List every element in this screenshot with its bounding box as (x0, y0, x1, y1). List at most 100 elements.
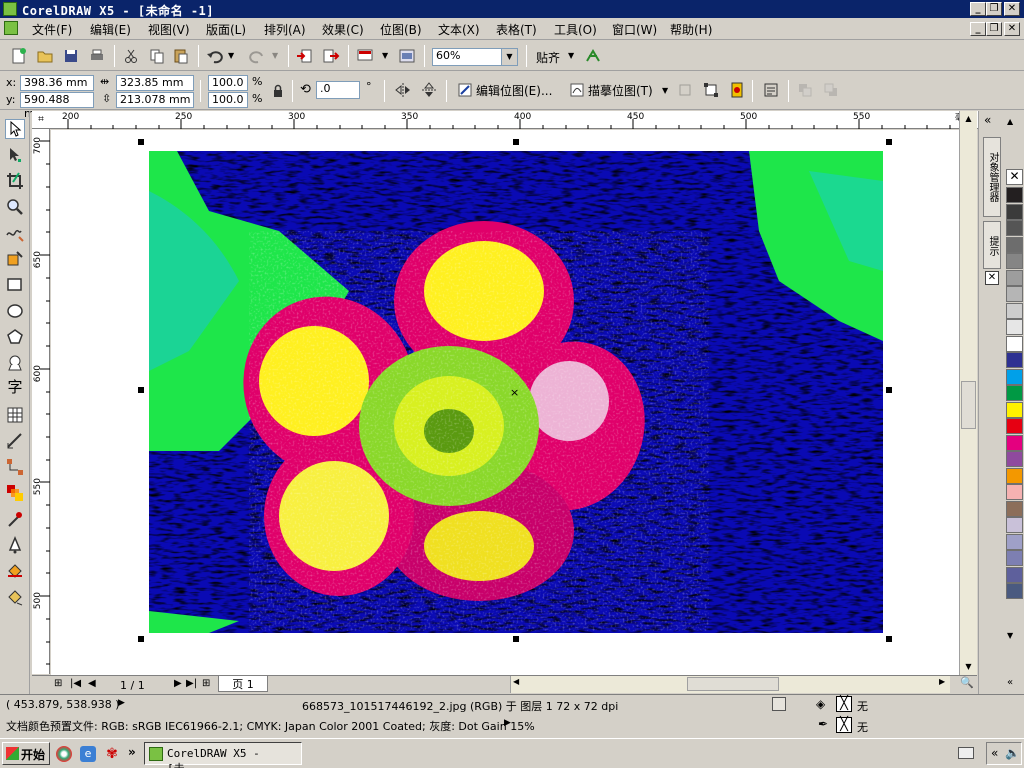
first-page-icon[interactable]: |◀ (70, 678, 81, 689)
scroll-up-icon[interactable]: ▲ (960, 111, 977, 127)
menu-bitmaps[interactable]: 位图(B) (380, 21, 422, 38)
palette-swatch[interactable] (1006, 368, 1023, 385)
palette-swatch[interactable] (1006, 220, 1023, 236)
add-page-after-icon[interactable]: ⊞ (202, 678, 210, 689)
palette-swatch[interactable] (1006, 401, 1023, 418)
palette-swatch[interactable] (1006, 253, 1023, 269)
doc-minimize-button[interactable]: _ (970, 22, 986, 36)
undo-icon[interactable] (206, 47, 224, 65)
hints-tab[interactable]: 提示 (983, 221, 1001, 269)
horizontal-scrollbar[interactable]: ◀ ▶ (510, 676, 950, 693)
taskbar-overflow-icon[interactable]: » (128, 745, 136, 759)
outline-none-swatch[interactable]: ╳ (836, 717, 852, 733)
cut-icon[interactable] (122, 47, 140, 65)
volume-icon[interactable]: 🔈 (1005, 746, 1020, 760)
menu-table[interactable]: 表格(T) (496, 21, 537, 38)
palette-swatch[interactable] (1006, 484, 1023, 500)
fill-none-swatch[interactable]: ╳ (836, 696, 852, 712)
menu-file[interactable]: 文件(F) (32, 21, 72, 38)
paste-icon[interactable] (172, 47, 190, 65)
scroll-left-icon[interactable]: ◀ (513, 677, 519, 686)
palette-swatch[interactable] (1006, 335, 1023, 352)
palette-swatch[interactable] (1006, 566, 1023, 583)
doc-restore-button[interactable]: ❐ (986, 22, 1002, 36)
vertical-scroll-thumb[interactable] (961, 381, 976, 429)
profile-expand-icon[interactable]: ▶ (504, 718, 511, 728)
palette-swatch[interactable] (1006, 517, 1023, 533)
options-icon[interactable] (584, 47, 602, 65)
polygon-tool-icon[interactable] (5, 327, 25, 347)
ie-icon[interactable]: e (80, 746, 96, 762)
save-icon[interactable] (62, 47, 80, 65)
crop-tool-icon[interactable] (5, 171, 25, 191)
palette-swatch[interactable] (1006, 203, 1023, 220)
minimize-button[interactable]: _ (970, 2, 986, 16)
close-button[interactable]: ✕ (1004, 2, 1020, 16)
dimension-tool-icon[interactable] (5, 431, 25, 451)
export-icon[interactable] (322, 47, 340, 65)
interactive-fill-tool-icon[interactable] (5, 587, 25, 607)
rectangle-tool-icon[interactable] (5, 275, 25, 295)
palette-swatch[interactable] (1006, 302, 1023, 319)
restore-button[interactable]: ❐ (986, 2, 1002, 16)
chrome-icon[interactable] (56, 746, 72, 762)
add-page-before-icon[interactable]: ⊞ (54, 678, 62, 689)
navigator-zoom-icon[interactable]: 🔍 (960, 676, 974, 689)
scroll-right-icon[interactable]: ▶ (939, 677, 945, 686)
palette-swatch[interactable] (1006, 418, 1023, 434)
mirror-vertical-icon[interactable] (420, 81, 438, 99)
scroll-down-icon[interactable]: ▼ (960, 659, 977, 675)
palette-scroll-up-icon[interactable]: ▲ (1007, 117, 1013, 126)
taskbar-coreldraw-item[interactable]: CorelDRAW X5 - [未... (144, 742, 302, 768)
resample-icon[interactable] (702, 81, 720, 99)
height-input[interactable]: 213.078 mm (116, 92, 194, 108)
horizontal-scroll-thumb[interactable] (687, 677, 779, 691)
new-document-icon[interactable] (10, 47, 28, 65)
application-launcher-icon[interactable] (356, 47, 374, 65)
edit-bitmap-button[interactable]: 编辑位图(E)... (476, 82, 552, 99)
no-color-swatch[interactable]: ✕ (1006, 169, 1023, 185)
scale-y-input[interactable]: 100.0 (208, 92, 248, 108)
selection-handle-tc[interactable] (513, 139, 519, 145)
palette-swatch[interactable] (1006, 533, 1023, 550)
open-folder-icon[interactable] (36, 47, 54, 65)
horizontal-ruler[interactable]: ⌗ 200 250 300 350 400 450 500 550 毫米 (32, 111, 978, 129)
print-icon[interactable] (88, 47, 106, 65)
y-position-input[interactable]: 590.488 mm (20, 92, 94, 120)
lock-ratio-icon[interactable] (272, 84, 284, 101)
trace-bitmap-button[interactable]: 描摹位图(T) (588, 82, 653, 99)
zoom-dropdown-icon[interactable]: ▼ (501, 49, 517, 65)
snapshot-icon[interactable] (772, 697, 786, 711)
palette-swatch[interactable] (1006, 550, 1023, 566)
smart-fill-tool-icon[interactable] (5, 249, 25, 269)
menu-arrange[interactable]: 排列(A) (264, 21, 306, 38)
object-manager-tab[interactable]: 对象管理器 (983, 137, 1001, 217)
snap-to-label[interactable]: 贴齐 (536, 49, 560, 66)
menu-tools[interactable]: 工具(O) (554, 21, 597, 38)
palette-swatch[interactable] (1006, 352, 1023, 368)
selection-handle-br[interactable] (886, 636, 892, 642)
connector-tool-icon[interactable] (5, 457, 25, 477)
coreldraw-app-icon[interactable] (3, 2, 17, 16)
palette-swatch[interactable] (1006, 451, 1023, 467)
welcome-screen-icon[interactable] (398, 47, 416, 65)
table-tool-icon[interactable] (5, 405, 25, 425)
selection-handle-tl[interactable] (138, 139, 144, 145)
snap-dropdown-icon[interactable]: ▼ (568, 51, 574, 60)
pick-tool-icon[interactable] (5, 119, 25, 139)
text-tool-icon[interactable]: 字 (5, 377, 25, 397)
docker-collapse-icon[interactable]: « (984, 113, 991, 127)
rotation-angle-input[interactable]: .0 (316, 81, 360, 99)
ellipse-tool-icon[interactable] (5, 301, 25, 321)
palette-scroll-down-icon[interactable]: ▼ (1007, 631, 1013, 640)
document-icon[interactable] (4, 21, 18, 35)
next-page-icon[interactable]: ▶ (174, 678, 182, 689)
menu-edit[interactable]: 编辑(E) (90, 21, 131, 38)
menu-effects[interactable]: 效果(C) (322, 21, 364, 38)
page-tab-1[interactable]: 页 1 (218, 676, 268, 692)
palette-swatch[interactable] (1006, 583, 1023, 599)
ruler-origin-icon[interactable]: ⌗ (34, 113, 48, 127)
selection-handle-mr[interactable] (886, 387, 892, 393)
palette-swatch[interactable] (1006, 467, 1023, 484)
fill-tool-icon[interactable] (5, 561, 25, 581)
